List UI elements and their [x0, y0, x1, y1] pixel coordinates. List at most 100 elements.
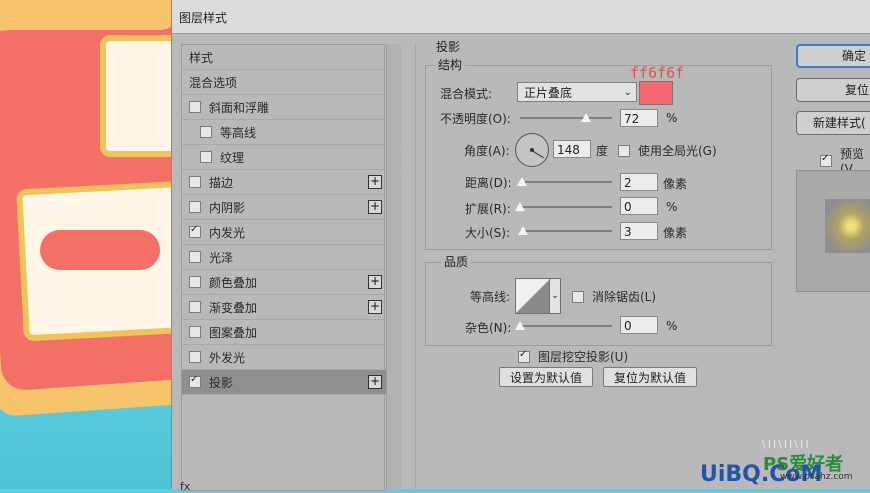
knockout-option[interactable]: 图层挖空投影(U) [518, 348, 628, 365]
structure-title: 结构 [435, 56, 466, 73]
blend-mode-value: 正片叠底 [524, 86, 573, 100]
style-list-item[interactable]: 描边 + [182, 170, 391, 195]
style-list-item[interactable]: 投影 + [182, 370, 391, 395]
style-list-item[interactable]: 斜面和浮雕 [182, 95, 391, 120]
style-list-item[interactable]: 样式 [182, 45, 391, 70]
artwork-shape [0, 0, 175, 30]
opacity-unit: % [666, 111, 678, 125]
style-checkbox[interactable] [200, 126, 212, 138]
style-list-item[interactable]: 等高线 [182, 120, 402, 145]
style-list-item-label: 样式 [189, 50, 214, 65]
layer-style-dialog: 图层样式 样式混合选项斜面和浮雕等高线纹理描边+内阴影+内发光光泽颜色叠加+渐变… [171, 0, 870, 493]
global-light-checkbox[interactable] [618, 144, 630, 157]
shadow-color-swatch[interactable] [639, 81, 673, 105]
noise-slider[interactable] [515, 320, 612, 332]
style-list: 样式混合选项斜面和浮雕等高线纹理描边 + 内阴影 + 内发光光泽颜色叠加 + 渐变叠加 + 图案… [181, 44, 402, 491]
size-input[interactable]: 3 [620, 222, 658, 240]
panel-divider [415, 44, 416, 489]
style-list-item-label: 纹理 [220, 150, 245, 165]
slider-track [520, 325, 612, 327]
slider-track [520, 230, 612, 232]
noise-label: 杂色(N): [465, 321, 512, 335]
style-list-item[interactable]: 内发光 [182, 220, 391, 245]
style-checkbox[interactable] [189, 351, 201, 363]
distance-input[interactable]: 2 [620, 173, 658, 191]
style-list-scrollbar[interactable] [386, 44, 401, 489]
style-list-item[interactable]: 渐变叠加 + [182, 295, 391, 320]
style-list-item-label: 内发光 [209, 225, 246, 240]
blend-mode-label: 混合模式: [440, 87, 493, 101]
distance-label: 距离(D): [465, 176, 512, 190]
style-list-item-label: 描边 [209, 175, 234, 190]
style-list-item-label: 投影 [209, 375, 234, 390]
noise-input[interactable]: 0 [620, 316, 658, 334]
reset-button[interactable]: 复位 [796, 78, 870, 102]
preview-checkbox[interactable] [820, 153, 832, 167]
slider-thumb[interactable] [517, 226, 528, 235]
angle-label: 角度(A): [464, 144, 510, 158]
style-checkbox[interactable] [189, 201, 201, 213]
style-list-item-label: 内阴影 [209, 200, 246, 215]
style-preview-swatch [825, 199, 870, 253]
add-effect-icon[interactable]: + [368, 175, 382, 189]
contour-label: 等高线: [470, 290, 511, 304]
style-list-item[interactable]: 图案叠加 [182, 320, 391, 345]
artwork-glyph [100, 35, 175, 157]
angle-dial[interactable] [515, 133, 549, 167]
style-checkbox[interactable] [189, 301, 201, 313]
style-checkbox[interactable] [189, 176, 201, 188]
add-effect-icon[interactable]: + [368, 300, 382, 314]
style-list-item-label: 渐变叠加 [209, 300, 258, 315]
distance-unit: 像素 [663, 177, 688, 191]
noise-unit: % [666, 319, 678, 333]
global-light-label: 使用全局光(G) [638, 144, 717, 158]
knockout-checkbox[interactable] [518, 349, 530, 363]
make-default-button[interactable]: 设置为默认值 [499, 367, 593, 387]
ok-button[interactable]: 确定 [796, 44, 870, 68]
size-slider[interactable] [517, 225, 612, 237]
chevron-down-icon: ⌄ [623, 87, 632, 98]
style-checkbox[interactable] [189, 374, 201, 388]
distance-slider[interactable] [516, 176, 612, 188]
opacity-slider[interactable] [520, 112, 612, 124]
new-style-button[interactable]: 新建样式( [796, 111, 870, 135]
slider-track [520, 117, 612, 119]
canvas-artwork [0, 0, 175, 489]
add-effect-icon[interactable]: + [368, 275, 382, 289]
antialias-option[interactable]: 消除锯齿(L) [572, 288, 656, 305]
style-checkbox[interactable] [189, 326, 201, 338]
style-checkbox[interactable] [189, 251, 201, 263]
opacity-input[interactable]: 72 [620, 109, 658, 127]
style-list-item[interactable]: 纹理 [182, 145, 402, 170]
add-effect-icon[interactable]: + [368, 375, 382, 389]
blend-mode-select[interactable]: 正片叠底 ⌄ [517, 82, 637, 102]
slider-thumb[interactable] [515, 202, 525, 211]
contour-dropdown-button[interactable]: ⌄ [549, 278, 561, 314]
knockout-label: 图层挖空投影(U) [538, 350, 629, 364]
antialias-checkbox[interactable] [572, 290, 584, 303]
style-list-item[interactable]: 外发光 [182, 345, 391, 370]
style-list-item[interactable]: 颜色叠加 + [182, 270, 391, 295]
reset-default-button[interactable]: 复位为默认值 [603, 367, 697, 387]
style-list-item[interactable]: 内阴影 + [182, 195, 391, 220]
style-checkbox[interactable] [189, 224, 201, 238]
slider-thumb[interactable] [515, 321, 525, 330]
style-preview [796, 170, 870, 292]
dialog-titlebar: 图层样式 [172, 0, 870, 34]
artwork-shape [40, 230, 160, 270]
angle-input[interactable]: 148 [553, 140, 591, 158]
contour-picker[interactable] [515, 278, 551, 314]
spread-input[interactable]: 0 [620, 197, 658, 215]
spread-slider[interactable] [515, 201, 612, 213]
global-light-option[interactable]: 使用全局光(G) [618, 142, 717, 159]
dialog-title: 图层样式 [179, 11, 228, 25]
slider-thumb[interactable] [581, 113, 592, 122]
slider-thumb[interactable] [516, 177, 527, 186]
style-list-item[interactable]: 混合选项 [182, 70, 391, 95]
fx-menu-button[interactable]: fx [180, 480, 190, 493]
style-checkbox[interactable] [189, 276, 201, 288]
style-checkbox[interactable] [189, 101, 201, 113]
add-effect-icon[interactable]: + [368, 200, 382, 214]
style-list-item[interactable]: 光泽 [182, 245, 391, 270]
style-checkbox[interactable] [200, 151, 212, 163]
